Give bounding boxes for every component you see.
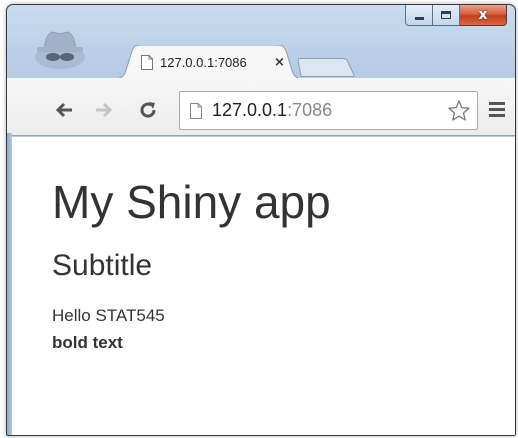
close-icon: x	[478, 7, 488, 23]
tab-close-icon[interactable]: ×	[274, 55, 285, 70]
url-host: 127.0.0.1	[212, 100, 288, 120]
minimize-button[interactable]	[405, 5, 433, 26]
hamburger-menu-icon[interactable]	[489, 102, 505, 118]
url-port: :7086	[287, 100, 333, 120]
address-bar[interactable]: 127.0.0.1:7086	[179, 91, 478, 130]
browser-window: x 127.0.0.1:7086 × 127.0.0.1:7086 My Sh…	[6, 4, 516, 436]
back-button[interactable]	[51, 98, 77, 122]
bold-text: bold text	[52, 333, 123, 352]
page-icon	[141, 54, 153, 70]
close-window-button[interactable]: x	[460, 5, 507, 26]
new-tab-button[interactable]	[297, 58, 355, 77]
back-arrow-icon	[55, 102, 72, 118]
maximize-icon	[441, 11, 451, 19]
page-content: My Shiny app Subtitle Hello STAT545 bold…	[12, 137, 515, 435]
toolbar: 127.0.0.1:7086	[7, 78, 515, 136]
maximize-button[interactable]	[433, 5, 460, 26]
body-text: Hello STAT545	[52, 306, 165, 325]
forward-button[interactable]	[91, 98, 117, 122]
tab-title: 127.0.0.1:7086	[160, 54, 247, 70]
tab-active[interactable]: 127.0.0.1:7086 ×	[113, 45, 305, 79]
page-subtitle: Subtitle	[52, 249, 153, 282]
window-caption-buttons: x	[405, 5, 507, 26]
reload-button[interactable]	[135, 98, 161, 122]
page-icon	[190, 102, 202, 119]
incognito-icon	[35, 31, 85, 69]
forward-arrow-icon	[96, 102, 113, 118]
minimize-icon	[414, 16, 424, 20]
reload-icon	[140, 102, 156, 118]
page-title: My Shiny app	[52, 176, 331, 228]
star-icon[interactable]	[447, 99, 471, 123]
